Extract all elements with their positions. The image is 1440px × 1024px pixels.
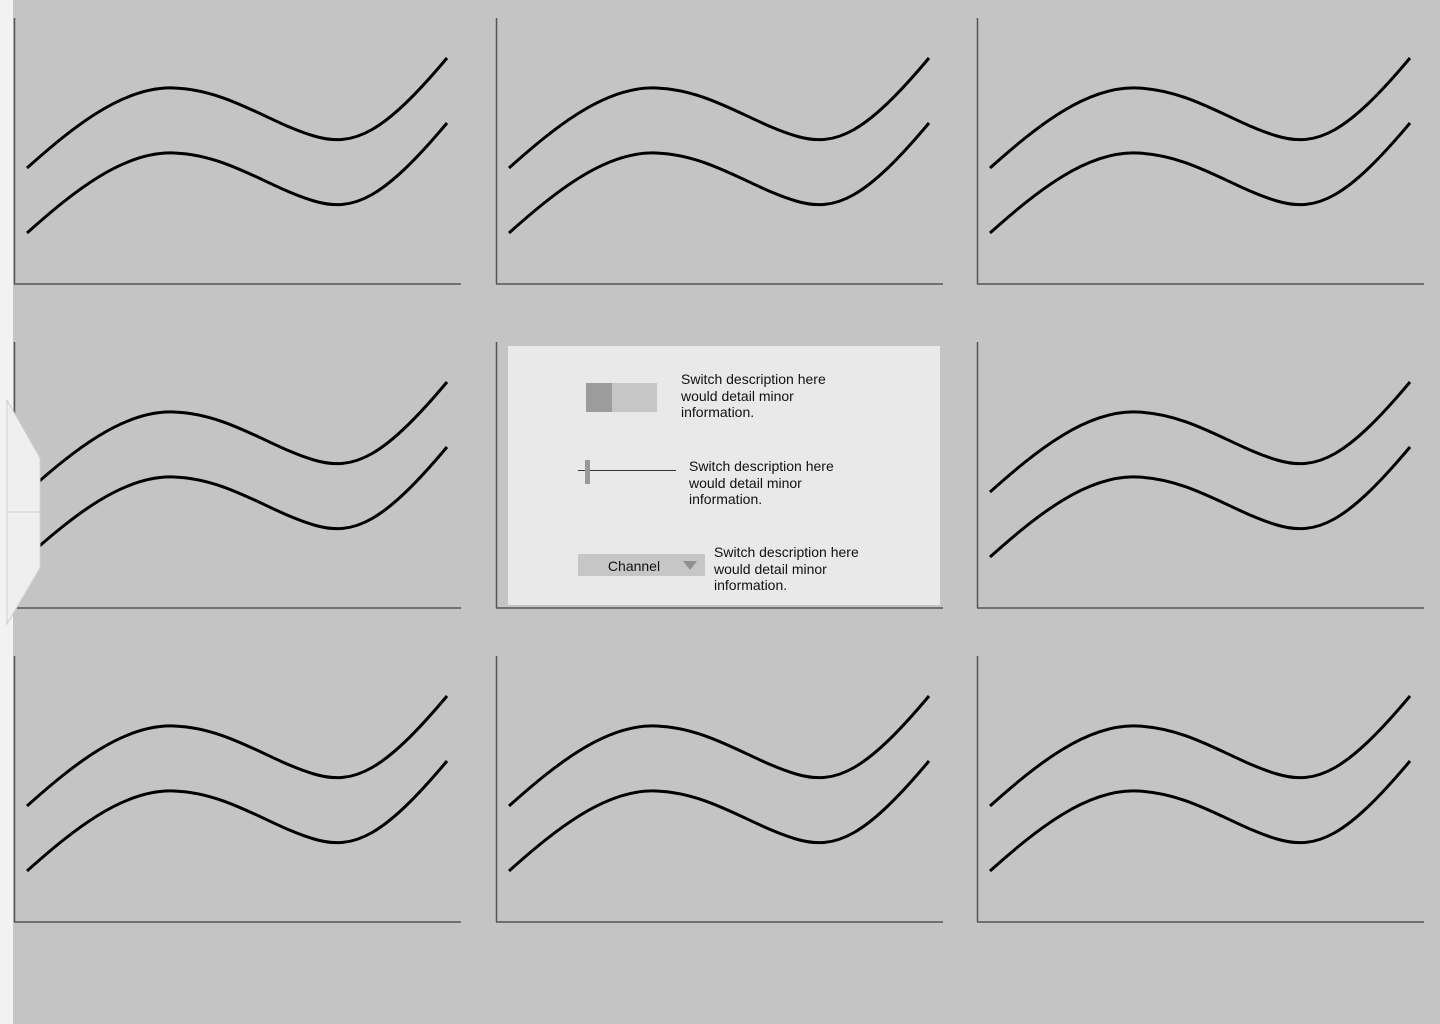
- chart-svg: [495, 656, 943, 923]
- settings-panel: Switch description here would detail min…: [508, 346, 940, 605]
- wave-line-2: [508, 122, 931, 235]
- chart-svg: [13, 656, 461, 923]
- toggle-switch[interactable]: [586, 383, 657, 412]
- wave-line-1: [989, 57, 1412, 170]
- slider[interactable]: [578, 458, 678, 484]
- toggle-description: Switch description here would detail min…: [681, 371, 826, 420]
- caret-down-icon: [683, 561, 697, 570]
- wave-line-1: [26, 695, 449, 808]
- chart-r3-c1: [13, 656, 461, 924]
- chart-r3-c2: [495, 656, 943, 924]
- wave-line-2: [508, 760, 931, 873]
- wave-line-1: [26, 381, 449, 494]
- chart-r3-c3: [976, 656, 1424, 924]
- chart-svg: [976, 18, 1424, 285]
- wave-line-1: [989, 381, 1412, 494]
- wave-line-2: [989, 446, 1412, 559]
- channel-select-value: Channel: [607, 558, 661, 574]
- chart-svg: [13, 342, 461, 609]
- toggle-knob: [586, 383, 612, 412]
- chart-svg: [495, 18, 943, 285]
- chart-r1-c2: [495, 18, 943, 286]
- wave-line-1: [508, 695, 931, 808]
- pull-tab[interactable]: [0, 398, 42, 626]
- chart-svg: [13, 18, 461, 285]
- slider-description: Switch description here would detail min…: [689, 458, 834, 507]
- channel-select[interactable]: Channel: [578, 554, 705, 576]
- slider-thumb[interactable]: [585, 460, 590, 484]
- wave-line-2: [26, 446, 449, 559]
- wave-line-1: [26, 57, 449, 170]
- wave-line-2: [26, 122, 449, 235]
- wave-line-2: [26, 760, 449, 873]
- wave-line-1: [989, 695, 1412, 808]
- chart-r1-c1: [13, 18, 461, 286]
- chart-r1-c3: [976, 18, 1424, 286]
- wave-line-2: [989, 760, 1412, 873]
- pull-tab-icon: [6, 398, 41, 626]
- slider-track: [578, 470, 676, 471]
- chart-r2-c3: [976, 342, 1424, 610]
- wave-line-2: [989, 122, 1412, 235]
- chart-r2-c1: [13, 342, 461, 610]
- wave-line-1: [508, 57, 931, 170]
- chart-svg: [976, 656, 1424, 923]
- chart-svg: [976, 342, 1424, 609]
- select-description: Switch description here would detail min…: [714, 544, 859, 593]
